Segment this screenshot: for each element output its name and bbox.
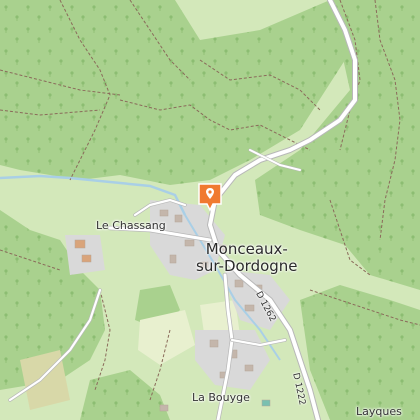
place-label-la-bouyge: La Bouyge (192, 391, 250, 404)
town-name-line-1: Monceaux- (205, 240, 288, 258)
place-label-layques: Layques (356, 405, 402, 418)
place-label-le-chassang: Le Chassang (96, 219, 166, 232)
place-label-monceaux: Monceaux- sur-Dordogne (196, 241, 298, 275)
map-view[interactable]: Monceaux- sur-Dordogne Le Chassang La Bo… (0, 0, 420, 420)
location-pin-icon[interactable] (197, 182, 223, 212)
town-name-line-2: sur-Dordogne (196, 257, 298, 275)
